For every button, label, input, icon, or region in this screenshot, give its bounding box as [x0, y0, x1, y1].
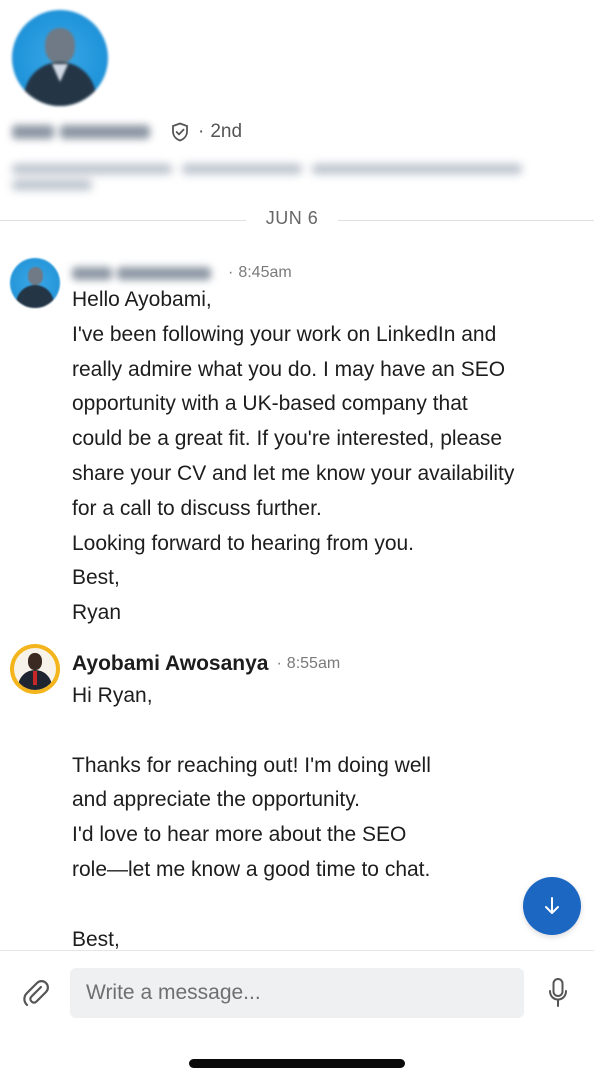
message-line: [72, 888, 572, 923]
message-line: Looking forward to hearing from you.: [72, 531, 415, 555]
profile-name[interactable]: [12, 121, 160, 143]
message-line: Ryan: [72, 601, 122, 625]
date-divider: JUN 6: [0, 208, 594, 234]
profile-header: · 2nd: [0, 0, 594, 210]
message-line: for a call to discuss further.: [72, 496, 322, 520]
voice-message-button[interactable]: [543, 975, 573, 1011]
message-line: really admire what you do. I may have an…: [72, 357, 506, 381]
message-line: Hello Ayobami,: [72, 288, 212, 311]
verified-shield-icon: [172, 122, 188, 142]
sender-avatar[interactable]: [10, 644, 60, 694]
message-line: Best,: [72, 566, 120, 590]
message-input[interactable]: [70, 968, 524, 1018]
message-line: Hi Ryan,: [72, 684, 153, 707]
message-line: I'd love to hear more about the SEO: [72, 823, 407, 847]
date-label: JUN 6: [265, 208, 319, 228]
message-line: role—let me know a good time to chat.: [72, 857, 431, 881]
message-line: opportunity with a UK-based company that: [72, 392, 468, 416]
message-line: share your CV and let me know your avail…: [72, 461, 515, 485]
message-line: could be a great fit. If you're interest…: [72, 427, 503, 451]
message-line: I've been following your work on LinkedI…: [72, 322, 497, 346]
sender-name[interactable]: [72, 263, 220, 283]
profile-avatar[interactable]: [12, 10, 108, 106]
arrow-down-icon: [545, 897, 559, 914]
message-item: Ayobami Awosanya · 8:55am Hi Ryan, Thanks…: [0, 644, 594, 951]
scroll-to-bottom-button[interactable]: [523, 877, 581, 935]
message-time: · 8:55am: [276, 655, 341, 672]
paperclip-icon: [23, 980, 49, 1007]
attach-button[interactable]: [18, 975, 54, 1011]
message-body: Hello Ayobami, I've been following your …: [72, 283, 572, 631]
microphone-icon: [549, 978, 567, 1007]
message-body: Hi Ryan, Thanks for reaching out! I'm do…: [72, 679, 572, 957]
message-header: Ayobami Awosanya · 8:55am: [72, 651, 340, 677]
message-line: and appreciate the opportunity.: [72, 788, 360, 812]
message-time: · 8:45am: [228, 264, 292, 281]
home-indicator[interactable]: [189, 1059, 405, 1068]
message-line: [72, 714, 572, 749]
message-composer: [0, 950, 594, 1080]
profile-headline: [12, 160, 532, 190]
sender-avatar[interactable]: [10, 258, 60, 308]
connection-degree: · 2nd: [198, 121, 243, 142]
message-item: · 8:45am Hello Ayobami, I've been followi…: [0, 252, 594, 632]
profile-name-row: · 2nd: [12, 118, 242, 146]
message-line: Thanks for reaching out! I'm doing well: [72, 753, 431, 777]
sender-name[interactable]: Ayobami Awosanya: [72, 652, 268, 676]
